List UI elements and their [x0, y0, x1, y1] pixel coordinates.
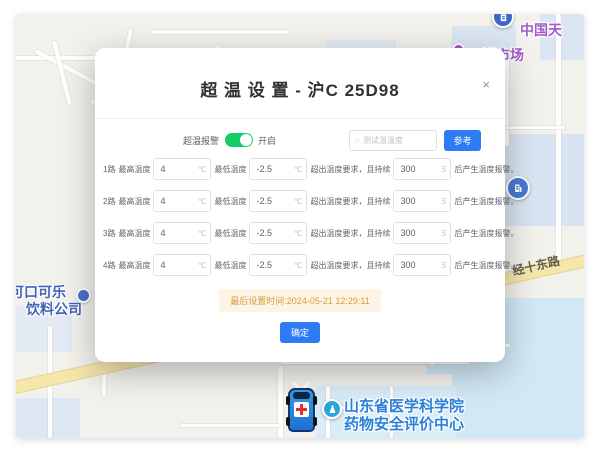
channel-row-1: 1路 最高温度 ℃ 最低温度 ℃ 超出温度要求，且持续 S 后产生温度报警。 — [103, 158, 501, 180]
duration-label: 超出温度要求，且持续 — [310, 228, 390, 239]
min-temp-label: 最低温度 — [214, 196, 246, 207]
max-temp-label: 最高温度 — [118, 228, 150, 239]
channel-rows: 1路 最高温度 ℃ 最低温度 ℃ 超出温度要求，且持续 S 后产生温度报警。 2… — [103, 158, 501, 286]
min-temp-label: 最低温度 — [214, 260, 246, 271]
duration-label: 超出温度要求，且持续 — [310, 260, 390, 271]
row-suffix: 后产生温度报警。 — [454, 260, 518, 271]
toggle-state-label: 开启 — [258, 134, 276, 147]
close-icon[interactable]: × — [482, 78, 490, 91]
wheel — [286, 417, 290, 426]
vehicle-marker[interactable] — [287, 376, 317, 438]
wheel — [286, 396, 290, 405]
map-road — [278, 366, 283, 438]
min-temp-input[interactable] — [250, 228, 306, 238]
test-temp-input[interactable] — [363, 136, 431, 145]
poi-label-top: 中国天 — [520, 20, 562, 40]
max-temp-input[interactable] — [154, 164, 210, 174]
duration-input[interactable] — [394, 260, 450, 270]
channel-row-4: 4路 最高温度 ℃ 最低温度 ℃ 超出温度要求，且持续 S 后产生温度报警。 — [103, 254, 501, 276]
red-cross-icon — [294, 402, 309, 417]
max-temp-label: 最高温度 — [118, 260, 150, 271]
max-temp-input[interactable] — [154, 260, 210, 270]
duration-label: 超出温度要求，且持续 — [310, 164, 390, 175]
max-temp-label: 最高温度 — [118, 164, 150, 175]
max-temp-label: 最高温度 — [118, 196, 150, 207]
row-suffix: 后产生温度报警。 — [454, 228, 518, 239]
dialog-title: 超 温 设 置 - 沪C 25D98 — [95, 76, 505, 101]
alarm-toggle-label: 超温报警 — [183, 134, 219, 147]
row-suffix: 后产生温度报警。 — [454, 196, 518, 207]
min-temp-input[interactable] — [250, 164, 306, 174]
toggle-knob — [240, 134, 252, 146]
test-temp-search-box: ○ — [349, 130, 437, 151]
lab-poi-icon[interactable] — [322, 399, 342, 419]
building-icon — [498, 14, 509, 23]
last-set-time-wrap: 最后设置时间:2024-05-21 12:29:11 — [95, 289, 505, 312]
divider — [95, 118, 505, 119]
max-temp-input[interactable] — [154, 228, 210, 238]
min-temp-input[interactable] — [250, 260, 306, 270]
confirm-wrap: 确定 — [95, 322, 505, 343]
map-road — [505, 54, 509, 146]
channel-label: 4路 — [103, 260, 115, 271]
reference-button[interactable]: 参考 — [444, 130, 481, 151]
duration-label: 超出温度要求，且持续 — [310, 196, 390, 207]
map-road — [556, 14, 561, 266]
map-road — [495, 126, 565, 129]
alarm-toggle-switch[interactable] — [225, 133, 253, 147]
channel-row-2: 2路 最高温度 ℃ 最低温度 ℃ 超出温度要求，且持续 S 后产生温度报警。 — [103, 190, 501, 212]
duration-input[interactable] — [394, 164, 450, 174]
over-temperature-settings-dialog: 超 温 设 置 - 沪C 25D98 × 超温报警 开启 ○ 参考 1路 最高温… — [95, 48, 505, 362]
search-icon: ○ — [355, 136, 360, 145]
max-temp-input[interactable] — [154, 196, 210, 206]
map-road — [180, 424, 280, 427]
wheel — [313, 396, 317, 405]
channel-label: 2路 — [103, 196, 115, 207]
alarm-controls-bar: 超温报警 开启 ○ 参考 — [95, 129, 481, 151]
min-temp-input[interactable] — [250, 196, 306, 206]
duration-input[interactable] — [394, 196, 450, 206]
channel-label: 1路 — [103, 164, 115, 175]
map-road — [150, 30, 290, 34]
poi-label-institute-2: 药物安全评价中心 — [344, 413, 464, 434]
flask-icon — [327, 404, 338, 415]
last-set-time-badge: 最后设置时间:2024-05-21 12:29:11 — [219, 289, 380, 312]
confirm-button[interactable]: 确定 — [280, 322, 320, 343]
channel-row-3: 3路 最高温度 ℃ 最低温度 ℃ 超出温度要求，且持续 S 后产生温度报警。 — [103, 222, 501, 244]
min-temp-label: 最低温度 — [214, 164, 246, 175]
screenshot-root: 经十东路 中国天 农贸市场 可口可乐 饮料公司 山东省医学科学院 药物安全评价中… — [0, 0, 600, 452]
wheel — [313, 417, 317, 426]
poi-label-cola-2: 饮料公司 — [26, 299, 82, 319]
ambulance-bus-icon — [288, 388, 315, 432]
map-road — [52, 40, 72, 105]
building-icon — [512, 182, 524, 194]
channel-label: 3路 — [103, 228, 115, 239]
min-temp-label: 最低温度 — [214, 228, 246, 239]
row-suffix: 后产生温度报警。 — [454, 164, 518, 175]
windshield — [293, 392, 310, 399]
duration-input[interactable] — [394, 228, 450, 238]
